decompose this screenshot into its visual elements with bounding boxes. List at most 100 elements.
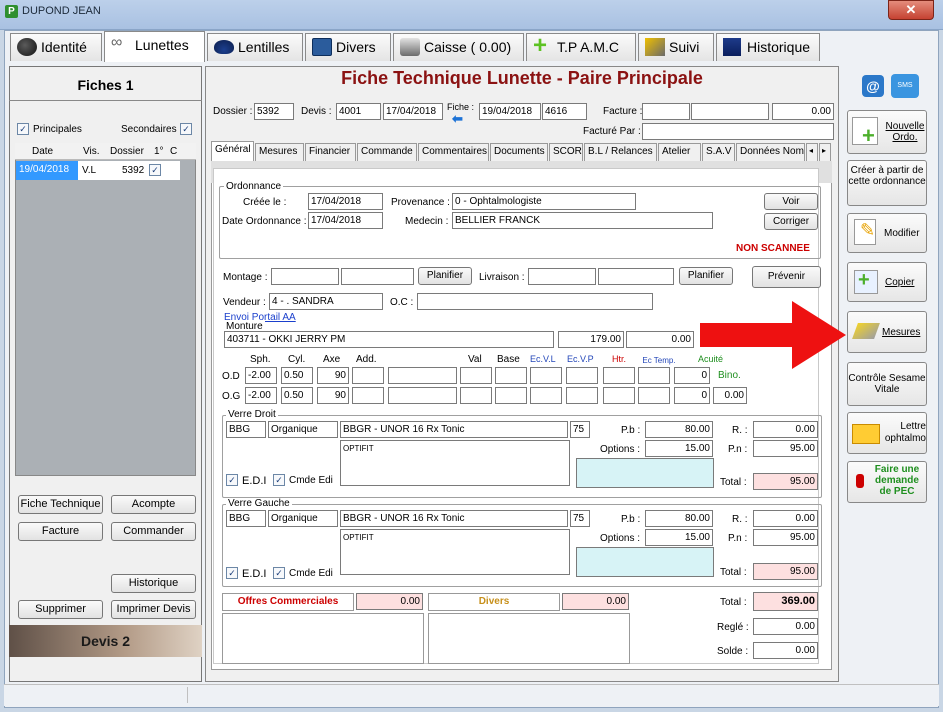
- row-principal-checkbox[interactable]: ✓: [149, 164, 161, 176]
- tab-suivi[interactable]: Suivi: [638, 33, 714, 61]
- vg-options-field[interactable]: 15.00: [645, 529, 713, 546]
- monture-extra-field[interactable]: 0.00: [626, 331, 694, 348]
- tab-mesures[interactable]: Mesures: [255, 143, 304, 161]
- tab-divers[interactable]: Divers: [305, 33, 391, 61]
- copier-button[interactable]: + Copier: [847, 262, 927, 302]
- vd-pb-field[interactable]: 80.00: [645, 421, 713, 438]
- vd-total-field[interactable]: 95.00: [753, 473, 818, 490]
- vendeur-field[interactable]: 4 - . SANDRA: [269, 293, 383, 310]
- vd-type-field[interactable]: Organique: [268, 421, 338, 438]
- vg-pn-field[interactable]: 95.00: [753, 529, 818, 546]
- tab-general[interactable]: Général: [211, 141, 254, 161]
- od-cyl-field[interactable]: 0.50: [281, 367, 313, 384]
- vg-type-field[interactable]: Organique: [268, 510, 338, 527]
- og-extra-field[interactable]: [388, 387, 457, 404]
- vg-diam-field[interactable]: 75: [570, 510, 590, 527]
- od-extra-field[interactable]: [388, 367, 457, 384]
- tab-documents[interactable]: Documents: [490, 143, 548, 161]
- tab-scroll-right[interactable]: ▸: [819, 143, 831, 161]
- tab-commande[interactable]: Commande: [357, 143, 417, 161]
- table-row[interactable]: 19/04/2018 V.L 5392 ✓: [16, 161, 180, 180]
- offres-list[interactable]: [222, 613, 424, 664]
- divers-list[interactable]: [428, 613, 630, 664]
- livraison-time-field[interactable]: [598, 268, 674, 285]
- facture-field[interactable]: [642, 103, 690, 120]
- secondaires-checkbox[interactable]: ✓: [180, 123, 192, 135]
- vd-name-field[interactable]: BBGR - UNOR 16 Rx Tonic: [340, 421, 568, 438]
- od-axe-field[interactable]: 90: [317, 367, 349, 384]
- oc-field[interactable]: [417, 293, 653, 310]
- sms-icon[interactable]: SMS: [891, 74, 919, 98]
- vd-edi-checkbox[interactable]: ✓: [226, 474, 238, 486]
- tab-historique[interactable]: Historique: [716, 33, 820, 61]
- vg-comment-field[interactable]: OPTIFIT: [340, 529, 570, 575]
- imprimer-devis-button[interactable]: Imprimer Devis: [111, 600, 196, 619]
- tab-scor[interactable]: SCOR: [549, 143, 583, 161]
- tab-financier[interactable]: Financier: [305, 143, 356, 161]
- fiche-technique-button[interactable]: Fiche Technique: [18, 495, 103, 514]
- total-field[interactable]: 369.00: [753, 592, 818, 611]
- tab-identite[interactable]: Identité: [10, 33, 102, 61]
- facture-par-field[interactable]: [642, 123, 834, 140]
- tab-tpamc[interactable]: + T.P A.M.C: [526, 32, 636, 61]
- facture-button[interactable]: Facture: [18, 522, 103, 541]
- monture-price-field[interactable]: 179.00: [558, 331, 624, 348]
- od-ectemp-field[interactable]: [638, 367, 670, 384]
- vd-comment-field[interactable]: OPTIFIT: [340, 440, 570, 486]
- solde-field[interactable]: 0.00: [753, 642, 818, 659]
- medecin-field[interactable]: BELLIER FRANCK: [452, 212, 713, 229]
- od-val-field[interactable]: [460, 367, 492, 384]
- tab-caisse[interactable]: Caisse ( 0.00): [393, 33, 524, 61]
- modifier-button[interactable]: ✎ Modifier: [847, 213, 927, 253]
- tab-atelier[interactable]: Atelier: [658, 143, 701, 161]
- creer-partir-button[interactable]: Créer à partir de cette ordonnance: [847, 160, 927, 206]
- monture-name-field[interactable]: 403711 - OKKI JERRY PM: [224, 331, 554, 348]
- vg-brand-field[interactable]: BBG: [226, 510, 266, 527]
- devis-field[interactable]: 4001: [336, 103, 381, 120]
- og-ecvp-field[interactable]: [566, 387, 598, 404]
- fiche-date-field[interactable]: 19/04/2018: [479, 103, 541, 120]
- og-base-field[interactable]: [495, 387, 527, 404]
- nouvelle-ordo-button[interactable]: + Nouvelle Ordo.: [847, 110, 927, 154]
- og-ectemp-field[interactable]: [638, 387, 670, 404]
- dossier-field[interactable]: 5392: [254, 103, 294, 120]
- vg-cmde-edi-checkbox[interactable]: ✓: [273, 567, 285, 579]
- acompte-button[interactable]: Acompte: [111, 495, 196, 514]
- corriger-button[interactable]: Corriger: [764, 213, 818, 230]
- montage-date-field[interactable]: [271, 268, 339, 285]
- od-base-field[interactable]: [495, 367, 527, 384]
- og-cyl-field[interactable]: 0.50: [281, 387, 313, 404]
- regle-field[interactable]: 0.00: [753, 618, 818, 635]
- controle-sesame-button[interactable]: Contrôle Sesame Vitale: [847, 362, 927, 406]
- fiches-list[interactable]: [15, 143, 196, 476]
- facture-amount[interactable]: 0.00: [772, 103, 834, 120]
- og-val-field[interactable]: [460, 387, 492, 404]
- vd-cyan-field[interactable]: [576, 458, 714, 488]
- planifier-montage-button[interactable]: Planifier: [418, 267, 472, 285]
- offres-field[interactable]: 0.00: [356, 593, 423, 610]
- og-acuite-field[interactable]: 0.00: [713, 387, 747, 404]
- provenance-field[interactable]: 0 - Ophtalmologiste: [452, 193, 636, 210]
- fiche-number-field[interactable]: 4616: [542, 103, 587, 120]
- date-ordonnance-field[interactable]: 17/04/2018: [308, 212, 383, 229]
- supprimer-button[interactable]: Supprimer: [18, 600, 103, 619]
- vd-cmde-edi-checkbox[interactable]: ✓: [273, 474, 285, 486]
- vd-r-field[interactable]: 0.00: [753, 421, 818, 438]
- od-htr-field[interactable]: [603, 367, 635, 384]
- planifier-livraison-button[interactable]: Planifier: [679, 267, 733, 285]
- og-sph-field[interactable]: -2.00: [245, 387, 277, 404]
- vg-edi-checkbox[interactable]: ✓: [226, 567, 238, 579]
- od-ecvl-field[interactable]: [530, 367, 562, 384]
- divers-field[interactable]: 0.00: [562, 593, 629, 610]
- og-htr-field[interactable]: [603, 387, 635, 404]
- email-icon[interactable]: @: [862, 75, 884, 97]
- vd-brand-field[interactable]: BBG: [226, 421, 266, 438]
- vg-pb-field[interactable]: 80.00: [645, 510, 713, 527]
- devis-date-field[interactable]: 17/04/2018: [383, 103, 443, 120]
- tab-commentaires[interactable]: Commentaires: [418, 143, 489, 161]
- creee-field[interactable]: 17/04/2018: [308, 193, 383, 210]
- vg-cyan-field[interactable]: [576, 547, 714, 577]
- og-add-field[interactable]: [352, 387, 384, 404]
- close-button[interactable]: ✕: [888, 0, 934, 20]
- principales-checkbox[interactable]: ✓: [17, 123, 29, 135]
